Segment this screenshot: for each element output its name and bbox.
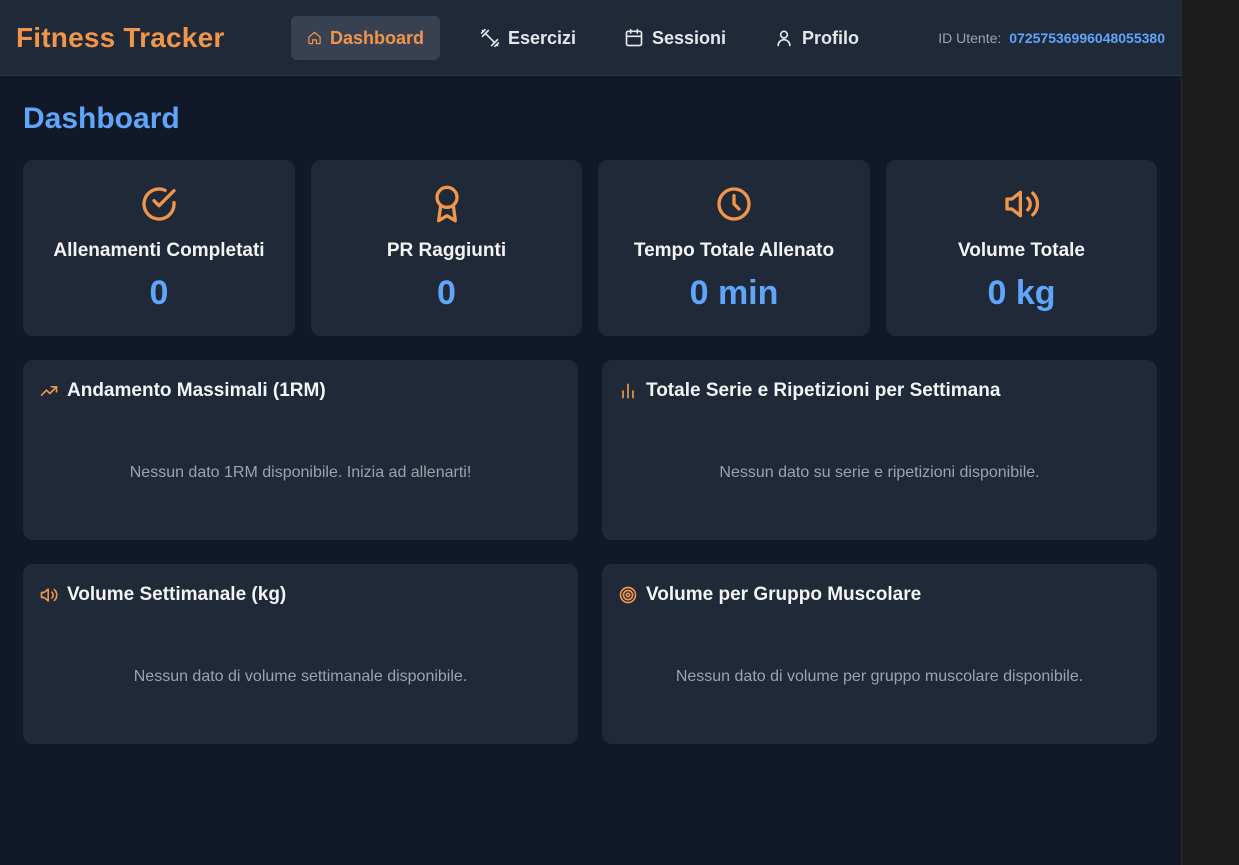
panel-muscle-group-volume: Volume per Gruppo Muscolare Nessun dato … [602,564,1157,744]
panel-header: Volume per Gruppo Muscolare [618,584,921,606]
target-icon [619,586,637,604]
stat-value: 0 [437,274,456,312]
nav-dashboard[interactable]: Dashboard [291,16,440,60]
panel-sets-reps-weekly: Totale Serie e Ripetizioni per Settimana… [602,360,1157,540]
nav-esercizi[interactable]: Esercizi [464,16,592,60]
home-icon [308,31,321,45]
empty-state-message: Nessun dato 1RM disponibile. Inizia ad a… [129,464,472,481]
nav-dashboard-label: Dashboard [329,27,424,48]
user-id-value: 07257536996048055380 [1009,30,1165,46]
stat-label: Volume Totale [957,240,1086,261]
app-window: Fitness Tracker Dashboard Esercizi Sessi… [0,0,1181,865]
bar-chart-icon [622,383,634,399]
empty-state-message: Nessun dato di volume per gruppo muscola… [675,668,1084,685]
app-brand[interactable]: Fitness Tracker [16,22,224,54]
stat-label: Allenamenti Completati [53,240,265,261]
side-gutter [1181,0,1239,865]
volume-icon [1004,190,1039,218]
stat-label: Tempo Totale Allenato [633,240,835,261]
stat-card-workouts: Allenamenti Completati 0 [23,160,295,336]
panel-title: Volume per Gruppo Muscolare [646,584,922,605]
nav-esercizi-label: Esercizi [508,27,577,48]
panel-header: Andamento Massimali (1RM) [39,380,326,402]
panel-header: Volume Settimanale (kg) [39,584,286,606]
panel-header: Totale Serie e Ripetizioni per Settimana [618,380,1000,402]
top-navbar: Fitness Tracker Dashboard Esercizi Sessi… [0,0,1181,76]
panel-title: Totale Serie e Ripetizioni per Settimana [646,380,1001,401]
stat-value: 0 kg [987,274,1056,312]
volume-icon [40,588,58,602]
user-id: ID Utente: 07257536996048055380 [938,30,1165,46]
award-icon [434,185,459,223]
stat-card-prs: PR Raggiunti 0 [311,160,582,336]
panel-1rm-trend: Andamento Massimali (1RM) Nessun dato 1R… [23,360,578,540]
stat-card-time: Tempo Totale Allenato 0 min [598,160,870,336]
trending-up-icon [40,386,58,396]
nav-profilo[interactable]: Profilo [758,16,875,60]
panel-weekly-volume: Volume Settimanale (kg) Nessun dato di v… [23,564,578,744]
dumbbell-icon [480,28,500,48]
panel-title: Andamento Massimali (1RM) [67,380,326,401]
nav-profilo-label: Profilo [802,27,859,48]
stat-value: 0 [149,274,169,312]
panel-title: Volume Settimanale (kg) [67,584,287,605]
empty-state-message: Nessun dato su serie e ripetizioni dispo… [719,464,1040,481]
nav-sessioni[interactable]: Sessioni [608,16,742,60]
page-title: Dashboard [23,102,180,135]
calendar-icon [625,28,643,47]
nav-sessioni-label: Sessioni [652,27,727,48]
empty-state-message: Nessun dato di volume settimanale dispon… [133,668,468,685]
stat-value: 0 min [689,274,779,312]
clock-icon [717,187,751,221]
stat-card-volume: Volume Totale 0 kg [886,160,1157,336]
user-id-label: ID Utente: [938,30,1002,46]
stat-label: PR Raggiunti [386,240,507,261]
user-icon [777,30,791,47]
check-circle-icon [142,187,176,221]
